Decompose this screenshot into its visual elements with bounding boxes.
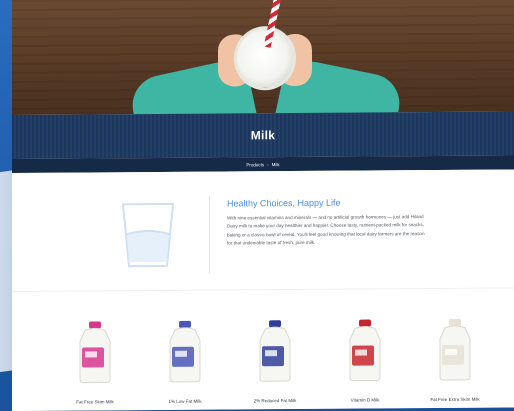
product-card-fat-free-extra-skim[interactable]: Fat Free Extra Skim Milk (420, 318, 490, 404)
product-name[interactable]: 2% Reduced Fat Milk (240, 398, 310, 403)
browser-viewport: Milk Products › Milk Healthy Choices, Ha… (12, 0, 514, 411)
product-card-1-low-fat[interactable]: 1% Low Fat Milk (150, 320, 220, 406)
page-title: Milk (250, 128, 276, 143)
breadcrumb-link-products[interactable]: Products (246, 162, 264, 167)
hero-banner (12, 0, 514, 141)
product-name[interactable]: Fat Free Skim Milk (60, 399, 130, 404)
milk-glass-icon (121, 202, 175, 268)
intro-section: Healthy Choices, Happy Life With nine es… (12, 169, 514, 291)
product-name[interactable]: Vitamin D Milk (330, 397, 400, 402)
milk-jug-icon (349, 319, 381, 382)
product-card-fat-free-skim[interactable]: Fat Free Skim Milk (60, 321, 130, 406)
intro-heading: Healthy Choices, Happy Life (227, 197, 341, 209)
intro-divider (209, 195, 210, 274)
product-card-2-reduced-fat[interactable]: 2% Reduced Fat Milk (240, 320, 310, 405)
product-name[interactable]: 1% Low Fat Milk (150, 399, 220, 404)
milk-jug-icon (439, 318, 471, 381)
milk-jug-icon (79, 321, 111, 384)
product-card-vitamin-d[interactable]: Vitamin D Milk (330, 319, 400, 404)
milk-jug-icon (259, 320, 291, 382)
breadcrumb-current: Milk (271, 161, 280, 167)
breadcrumb-separator: › (267, 161, 269, 167)
milk-jug-icon (169, 320, 201, 383)
product-grid: Fat Free Skim Milk 1% Low Fat Milk 2% Re… (12, 288, 514, 411)
intro-body: With nine essential vitamins and mineral… (227, 214, 425, 246)
page-title-band: Milk (12, 111, 514, 159)
product-name[interactable]: Fat Free Extra Skim Milk (420, 397, 490, 402)
